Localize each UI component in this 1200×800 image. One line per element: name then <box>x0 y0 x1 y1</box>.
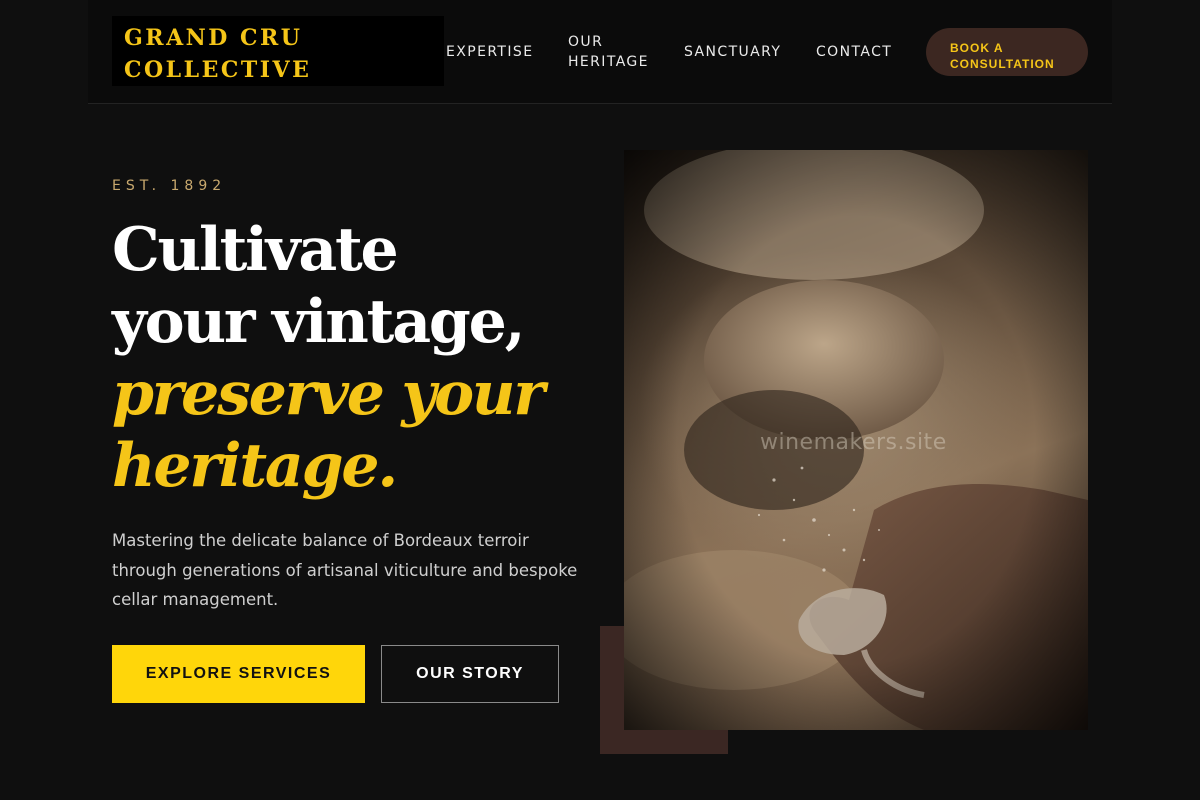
nav-link-sanctuary[interactable]: SANCTUARY <box>684 42 781 62</box>
book-consultation-button[interactable]: BOOK A CONSULTATION <box>926 28 1088 76</box>
page: GRAND CRU COLLECTIVE EXPERTISE OUR HERIT… <box>0 0 1200 800</box>
book-button-line2: CONSULTATION <box>950 57 1055 71</box>
headline-line-1: Cultivate <box>112 215 399 285</box>
brand-logo[interactable]: GRAND CRU COLLECTIVE <box>112 16 444 86</box>
headline-accent-line-1: preserve your <box>112 359 545 429</box>
nav-link-expertise[interactable]: EXPERTISE <box>446 42 533 62</box>
nav-heritage-line2: HERITAGE <box>568 54 649 70</box>
nav-link-our-heritage[interactable]: OUR HERITAGE <box>568 32 649 72</box>
nav-link-contact[interactable]: CONTACT <box>816 42 892 62</box>
nav-heritage-line1: OUR <box>568 34 604 50</box>
headline-accent-line-2: heritage. <box>112 431 398 501</box>
hero-description: Mastering the delicate balance of Bordea… <box>112 531 578 609</box>
book-button-line1: BOOK A <box>950 41 1004 55</box>
image-watermark: winemakers.site <box>760 430 947 455</box>
our-story-button[interactable]: OUR STORY <box>381 645 559 703</box>
headline-line-2: your vintage, <box>112 287 525 357</box>
explore-services-button[interactable]: EXPLORE SERVICES <box>112 645 365 703</box>
hero-headline: Cultivate your vintage, preserve your he… <box>112 214 582 502</box>
brand-name-line1: GRAND CRU <box>124 25 303 51</box>
established-eyebrow: EST. 1892 <box>112 178 227 194</box>
brand-name-line2: COLLECTIVE <box>124 57 312 83</box>
hero-image-hand-soil: winemakers.site <box>624 150 1088 730</box>
site-header: GRAND CRU COLLECTIVE EXPERTISE OUR HERIT… <box>88 0 1112 104</box>
